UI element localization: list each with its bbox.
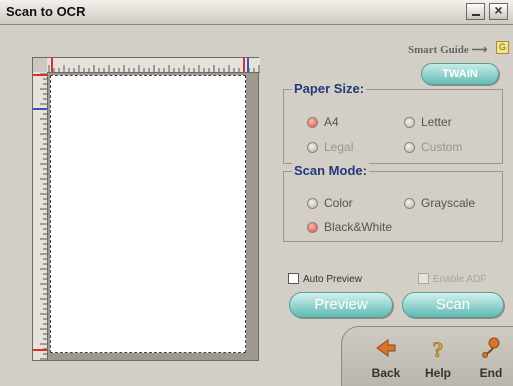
minimize-icon bbox=[472, 14, 480, 16]
radio-custom[interactable]: Custom bbox=[404, 140, 462, 154]
minimize-button[interactable] bbox=[466, 3, 485, 20]
scan-mode-title: Scan Mode: bbox=[292, 163, 369, 178]
radio-dot bbox=[307, 222, 318, 233]
close-icon: × bbox=[494, 2, 503, 18]
end-button[interactable]: End bbox=[469, 337, 513, 380]
back-label: Back bbox=[371, 366, 401, 380]
enable-adf-label: Enable ADF bbox=[433, 274, 487, 285]
radio-color[interactable]: Color bbox=[307, 196, 353, 210]
title-bar: Scan to OCR × bbox=[0, 0, 513, 25]
back-button[interactable]: Back bbox=[364, 337, 408, 380]
help-label: Help bbox=[424, 366, 451, 380]
radio-a4-label: A4 bbox=[324, 115, 339, 129]
radio-color-label: Color bbox=[324, 196, 353, 210]
right-edge-marker[interactable] bbox=[243, 58, 245, 72]
radio-dot bbox=[307, 117, 318, 128]
radio-letter-label: Letter bbox=[421, 115, 452, 129]
radio-legal-label: Legal bbox=[324, 140, 354, 154]
ruler-left bbox=[33, 72, 48, 360]
close-button[interactable]: × bbox=[489, 2, 508, 20]
smart-guide-label[interactable]: Smart Guide ⟶ bbox=[408, 43, 487, 56]
radio-black-white-label: Black&White bbox=[324, 220, 393, 234]
scan-preview-area[interactable] bbox=[32, 57, 260, 361]
enable-adf-checkbox[interactable]: Enable ADF bbox=[418, 273, 486, 285]
checkbox-box bbox=[418, 273, 429, 284]
back-arrow-icon bbox=[376, 339, 396, 357]
svg-text:?: ? bbox=[433, 337, 444, 359]
left-edge-marker[interactable] bbox=[51, 58, 53, 72]
auto-preview-label: Auto Preview bbox=[303, 274, 362, 285]
smart-guide-icon[interactable]: G bbox=[496, 41, 509, 54]
end-label: End bbox=[479, 366, 503, 380]
radio-dot bbox=[307, 142, 318, 153]
radio-dot bbox=[404, 198, 415, 209]
radio-dot bbox=[307, 198, 318, 209]
twain-button[interactable]: TWAIN bbox=[421, 63, 499, 85]
right-edge-limit bbox=[247, 58, 249, 72]
radio-legal[interactable]: Legal bbox=[307, 140, 353, 154]
auto-preview-checkbox[interactable]: Auto Preview bbox=[288, 273, 362, 285]
ruler-top-svg bbox=[48, 65, 260, 72]
nav-panel: Back ? Help End bbox=[341, 326, 513, 386]
ruler-corner bbox=[33, 58, 48, 73]
bottom-edge-marker[interactable] bbox=[33, 349, 47, 351]
ruler-left-svg bbox=[40, 73, 47, 360]
checkbox-box bbox=[288, 273, 299, 284]
window-title: Scan to OCR bbox=[6, 4, 86, 19]
radio-a4[interactable]: A4 bbox=[307, 115, 339, 129]
radio-custom-label: Custom bbox=[421, 140, 463, 154]
radio-grayscale[interactable]: Grayscale bbox=[404, 196, 475, 210]
top-edge-marker[interactable] bbox=[33, 74, 47, 76]
scan-to-ocr-window: Scan to OCR × Smart Guide ⟶ G TWAIN Pape… bbox=[0, 0, 513, 386]
top-edge-limit bbox=[33, 108, 47, 110]
scan-button[interactable]: Scan bbox=[402, 292, 504, 318]
end-icon bbox=[482, 337, 500, 358]
question-mark-icon: ? bbox=[432, 337, 444, 363]
ruler-top bbox=[47, 58, 260, 73]
paper-size-title: Paper Size: bbox=[292, 81, 367, 96]
help-button[interactable]: ? Help bbox=[416, 337, 460, 380]
radio-letter[interactable]: Letter bbox=[404, 115, 452, 129]
radio-black-white[interactable]: Black&White bbox=[307, 220, 392, 234]
radio-dot bbox=[404, 117, 415, 128]
radio-dot bbox=[404, 142, 415, 153]
preview-button[interactable]: Preview bbox=[289, 292, 393, 318]
radio-grayscale-label: Grayscale bbox=[421, 196, 476, 210]
paper-preview[interactable] bbox=[50, 75, 246, 353]
